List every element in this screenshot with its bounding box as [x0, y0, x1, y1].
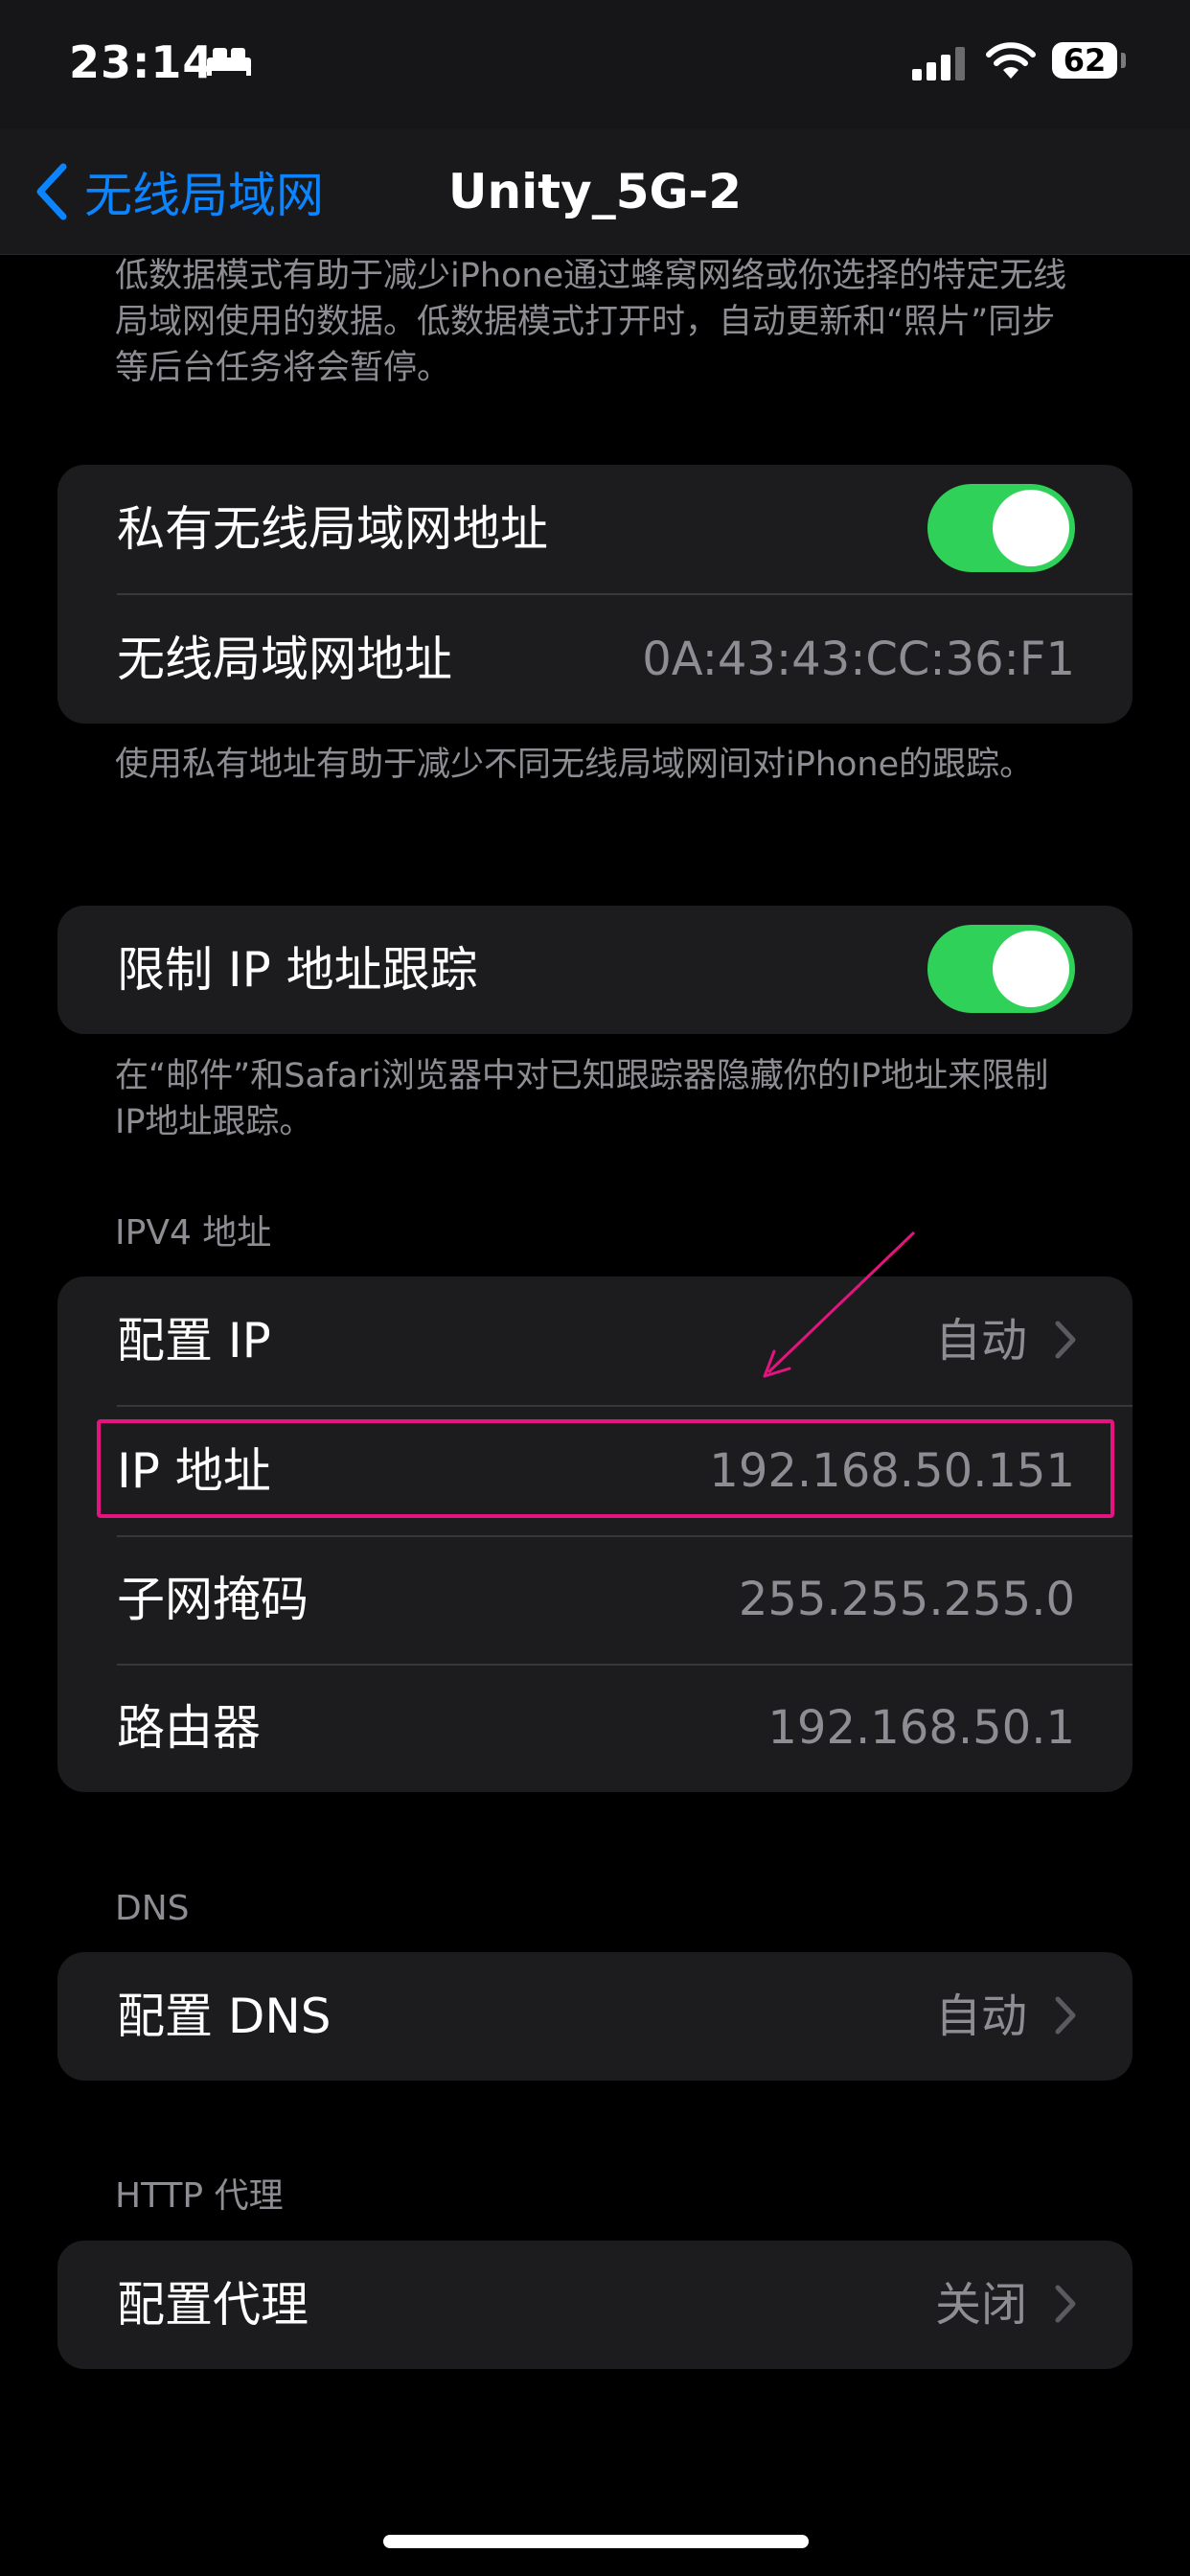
http-proxy-group: 配置代理 关闭 — [57, 2241, 1133, 2369]
limit-tracking-toggle[interactable] — [927, 925, 1075, 1013]
battery-cap — [1121, 53, 1126, 68]
configure-dns-value: 自动 — [934, 1990, 1027, 2043]
low-data-footer: 低数据模式有助于减少iPhone通过蜂窝网络或你选择的特定无线局域网使用的数据。… — [115, 257, 1067, 387]
configure-proxy-row[interactable]: 配置代理 关闭 — [57, 2241, 1133, 2369]
router-row: 路由器 192.168.50.1 — [57, 1664, 1133, 1792]
chevron-right-icon — [1055, 2285, 1076, 2323]
limit-tracking-footer: 在“邮件”和Safari浏览器中对已知跟踪器隐藏你的IP地址来限制IP地址跟踪。 — [115, 1057, 1049, 1141]
status-bar: 23:14 62 — [0, 0, 1190, 129]
annotation-arrow — [763, 1230, 916, 1378]
toggle-knob — [993, 931, 1069, 1007]
ipv4-header: IPV4 地址 — [115, 1213, 272, 1253]
configure-ip-value: 自动 — [934, 1314, 1027, 1368]
subnet-mask-value: 255.255.255.0 — [738, 1573, 1075, 1626]
subnet-mask-row: 子网掩码 255.255.255.0 — [57, 1535, 1133, 1664]
router-label: 路由器 — [117, 1700, 261, 1756]
wifi-address-value: 0A:43:43:CC:36:F1 — [642, 632, 1075, 686]
dns-group: 配置 DNS 自动 — [57, 1952, 1133, 2081]
private-address-row[interactable]: 私有无线局域网地址 — [57, 465, 1133, 593]
configure-ip-row[interactable]: 配置 IP 自动 — [57, 1276, 1133, 1405]
configure-proxy-value: 关闭 — [934, 2278, 1027, 2332]
chevron-right-icon — [1055, 1321, 1076, 1359]
private-address-label: 私有无线局域网地址 — [117, 501, 548, 557]
back-button[interactable]: 无线局域网 — [34, 158, 324, 225]
signal-icon — [912, 47, 965, 80]
private-address-toggle[interactable] — [927, 484, 1075, 572]
dns-header: DNS — [115, 1889, 190, 1928]
battery-icon: 62 — [1052, 42, 1117, 79]
wifi-address-row: 无线局域网地址 0A:43:43:CC:36:F1 — [57, 595, 1133, 724]
configure-ip-label: 配置 IP — [117, 1313, 271, 1368]
private-address-footer: 使用私有地址有助于减少不同无线局域网间对iPhone的跟踪。 — [115, 746, 1034, 784]
http-proxy-header: HTTP 代理 — [115, 2176, 284, 2216]
private-address-group: 私有无线局域网地址 无线局域网地址 0A:43:43:CC:36:F1 — [57, 465, 1133, 724]
navigation-bar: Unity_5G-2 无线局域网 — [0, 129, 1190, 255]
configure-dns-label: 配置 DNS — [117, 1989, 332, 2044]
subnet-mask-label: 子网掩码 — [117, 1572, 309, 1627]
ip-address-highlight — [97, 1419, 1114, 1518]
configure-proxy-label: 配置代理 — [117, 2277, 309, 2333]
home-indicator[interactable] — [383, 2535, 809, 2548]
wifi-address-label: 无线局域网地址 — [117, 632, 452, 687]
router-value: 192.168.50.1 — [767, 1701, 1075, 1755]
limit-tracking-group: 限制 IP 地址跟踪 — [57, 906, 1133, 1034]
limit-tracking-row[interactable]: 限制 IP 地址跟踪 — [57, 906, 1133, 1034]
chevron-left-icon — [36, 163, 67, 220]
back-label: 无线局域网 — [84, 168, 324, 223]
ipv4-group: 配置 IP 自动 IP 地址 192.168.50.151 子网掩码 255.2… — [57, 1276, 1133, 1792]
limit-tracking-label: 限制 IP 地址跟踪 — [117, 942, 478, 998]
sleep-icon — [207, 48, 251, 76]
wifi-icon — [986, 42, 1036, 79]
toggle-knob — [993, 490, 1069, 566]
configure-dns-row[interactable]: 配置 DNS 自动 — [57, 1952, 1133, 2081]
status-time: 23:14 — [69, 36, 215, 88]
chevron-right-icon — [1055, 1996, 1076, 2035]
